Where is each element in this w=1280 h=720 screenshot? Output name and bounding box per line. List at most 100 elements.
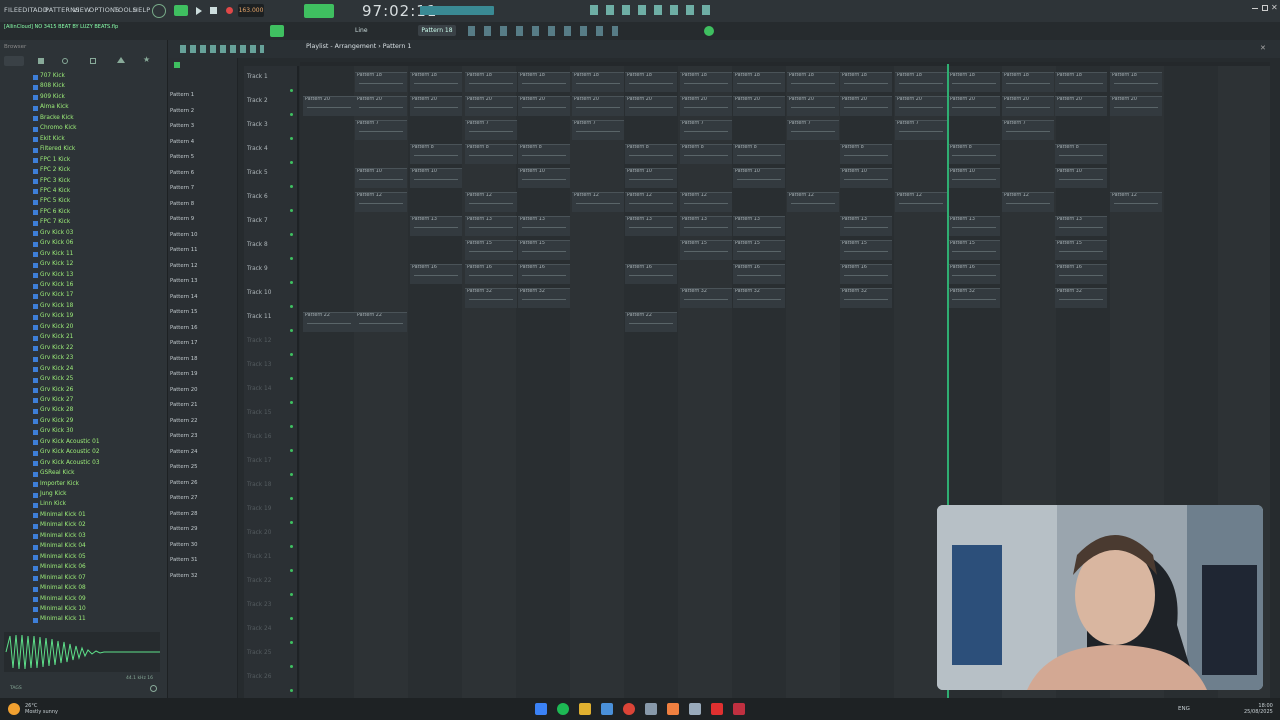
browser-item[interactable]: Grv Kick 11 xyxy=(40,251,73,257)
track-label[interactable]: Track 19 xyxy=(247,506,271,512)
menu-edit[interactable]: EDIT xyxy=(18,6,34,14)
browser-item[interactable]: FPC 4 Kick xyxy=(40,188,70,194)
track-mute-led[interactable] xyxy=(290,185,293,188)
plugin-picker-icon[interactable] xyxy=(704,26,714,36)
pattern-clip[interactable]: Pattern 13 xyxy=(625,216,677,236)
fl-studio-icon[interactable] xyxy=(667,703,679,715)
pattern-clip[interactable]: Pattern 22 xyxy=(355,312,407,332)
picker-toggle-icon[interactable] xyxy=(174,62,180,68)
pattern-clip[interactable]: Pattern 8 xyxy=(410,144,462,164)
track-mute-led[interactable] xyxy=(290,593,293,596)
pattern-clip[interactable]: Pattern 18 xyxy=(518,72,570,92)
pattern-clip[interactable]: Pattern 20 xyxy=(355,96,407,116)
pattern-clip[interactable]: Pattern 15 xyxy=(948,240,1000,260)
track-mute-led[interactable] xyxy=(290,569,293,572)
pattern-item[interactable]: Pattern 21 xyxy=(170,402,197,408)
pattern-clip[interactable]: Pattern 12 xyxy=(787,192,839,212)
pattern-item[interactable]: Pattern 15 xyxy=(170,309,197,315)
pattern-clip[interactable]: Pattern 7 xyxy=(355,120,407,140)
track-label[interactable]: Track 13 xyxy=(247,362,271,368)
browser-item[interactable]: FPC 7 Kick xyxy=(40,219,70,225)
minimize-icon[interactable] xyxy=(1252,8,1258,9)
pattern-item[interactable]: Pattern 9 xyxy=(170,216,194,222)
pattern-clip[interactable]: Pattern 12 xyxy=(1110,192,1162,212)
pattern-item[interactable]: Pattern 16 xyxy=(170,325,197,331)
snap-button[interactable] xyxy=(270,25,284,37)
toolbar-icons[interactable] xyxy=(590,5,710,15)
browser-item[interactable]: Grv Kick Acoustic 03 xyxy=(40,460,100,466)
browser-item[interactable]: Minimal Kick 09 xyxy=(40,596,86,602)
pattern-item[interactable]: Pattern 19 xyxy=(170,371,197,377)
browser-item[interactable]: Minimal Kick 02 xyxy=(40,522,86,528)
pattern-clip[interactable]: Pattern 16 xyxy=(948,264,1000,284)
pattern-clip[interactable]: Pattern 32 xyxy=(733,288,785,308)
pattern-item[interactable]: Pattern 31 xyxy=(170,557,197,563)
pattern-item[interactable]: Pattern 24 xyxy=(170,449,197,455)
metronome-button[interactable] xyxy=(304,4,334,18)
folder-icon[interactable] xyxy=(38,58,44,64)
pattern-clip[interactable]: Pattern 15 xyxy=(518,240,570,260)
pattern-clip[interactable]: Pattern 20 xyxy=(410,96,462,116)
browser-item[interactable]: Grv Kick 24 xyxy=(40,366,73,372)
track-mute-led[interactable] xyxy=(290,641,293,644)
browser-item[interactable]: Grv Kick 28 xyxy=(40,407,73,413)
track-mute-led[interactable] xyxy=(290,233,293,236)
track-label[interactable]: Track 18 xyxy=(247,482,271,488)
play-icon[interactable] xyxy=(196,7,202,15)
pattern-clip[interactable]: Pattern 18 xyxy=(948,72,1000,92)
pattern-clip[interactable]: Pattern 8 xyxy=(840,144,892,164)
browser-all-tab[interactable] xyxy=(4,56,24,66)
browser-item[interactable]: Grv Kick 30 xyxy=(40,428,73,434)
track-label[interactable]: Track 1 xyxy=(247,74,268,80)
pattern-item[interactable]: Pattern 6 xyxy=(170,170,194,176)
pattern-clip[interactable]: Pattern 32 xyxy=(518,288,570,308)
record-mode-icon[interactable] xyxy=(152,4,166,18)
pattern-clip[interactable]: Pattern 32 xyxy=(948,288,1000,308)
pattern-clip[interactable]: Pattern 7 xyxy=(895,120,947,140)
browser-item[interactable]: Minimal Kick 03 xyxy=(40,533,86,539)
browser-item[interactable]: Grv Kick 12 xyxy=(40,261,73,267)
browser-item[interactable]: FPC 5 Kick xyxy=(40,198,70,204)
pattern-item[interactable]: Pattern 7 xyxy=(170,185,194,191)
pattern-clip[interactable]: Pattern 18 xyxy=(572,72,624,92)
pattern-clip[interactable]: Pattern 18 xyxy=(1055,72,1107,92)
browser-item[interactable]: FPC 2 Kick xyxy=(40,167,70,173)
browser-item[interactable]: Grv Kick Acoustic 01 xyxy=(40,439,100,445)
pattern-clip[interactable]: Pattern 20 xyxy=(840,96,892,116)
pattern-clip[interactable]: Pattern 10 xyxy=(840,168,892,188)
pattern-item[interactable]: Pattern 4 xyxy=(170,139,194,145)
browser-item[interactable]: Grv Kick 29 xyxy=(40,418,73,424)
pattern-selector[interactable]: Pattern 18 xyxy=(418,25,456,36)
youtube-icon[interactable] xyxy=(711,703,723,715)
pattern-clip[interactable]: Pattern 32 xyxy=(680,288,732,308)
browser-item[interactable]: Grv Kick 25 xyxy=(40,376,73,382)
browser-item[interactable]: Grv Kick 16 xyxy=(40,282,73,288)
pattern-clip[interactable]: Pattern 18 xyxy=(465,72,517,92)
track-label[interactable]: Track 12 xyxy=(247,338,271,344)
track-mute-led[interactable] xyxy=(290,473,293,476)
pattern-item[interactable]: Pattern 12 xyxy=(170,263,197,269)
browser-item[interactable]: Minimal Kick 11 xyxy=(40,616,86,622)
pattern-clip[interactable]: Pattern 7 xyxy=(680,120,732,140)
pattern-clip[interactable]: Pattern 8 xyxy=(680,144,732,164)
track-mute-led[interactable] xyxy=(290,209,293,212)
pattern-clip[interactable]: Pattern 20 xyxy=(895,96,947,116)
pattern-clip[interactable]: Pattern 18 xyxy=(680,72,732,92)
track-label[interactable]: Track 5 xyxy=(247,170,268,176)
track-label[interactable]: Track 2 xyxy=(247,98,268,104)
pattern-item[interactable]: Pattern 11 xyxy=(170,247,197,253)
plugin-db-icon[interactable] xyxy=(90,58,96,64)
pattern-clip[interactable]: Pattern 32 xyxy=(1055,288,1107,308)
browser-item[interactable]: Grv Kick 03 xyxy=(40,230,73,236)
pattern-clip[interactable]: Pattern 16 xyxy=(733,264,785,284)
pattern-clip[interactable]: Pattern 20 xyxy=(518,96,570,116)
pattern-item[interactable]: Pattern 3 xyxy=(170,123,194,129)
pattern-item[interactable]: Pattern 20 xyxy=(170,387,197,393)
file-explorer-icon[interactable] xyxy=(579,703,591,715)
pattern-clip[interactable]: Pattern 18 xyxy=(1110,72,1162,92)
clock[interactable]: 18:00 25/08/2025 xyxy=(1244,703,1273,715)
track-mute-led[interactable] xyxy=(290,521,293,524)
pattern-clip[interactable]: Pattern 13 xyxy=(733,216,785,236)
pattern-item[interactable]: Pattern 13 xyxy=(170,278,197,284)
pattern-clip[interactable]: Pattern 18 xyxy=(840,72,892,92)
